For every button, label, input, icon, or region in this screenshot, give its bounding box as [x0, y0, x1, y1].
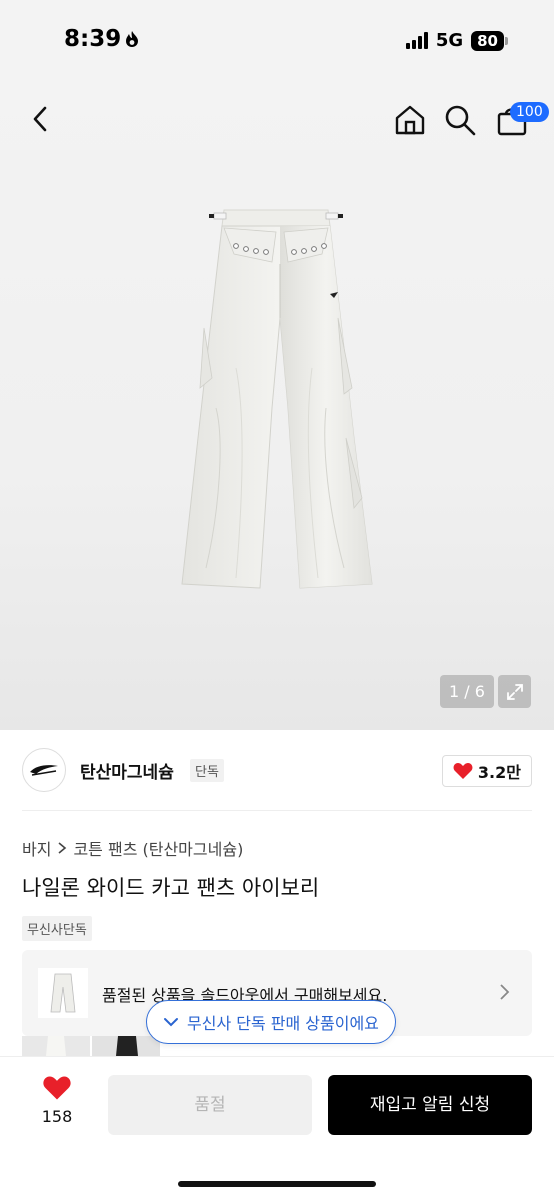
brand-name[interactable]: 탄산마그네슘 — [80, 758, 174, 783]
wish-count: 158 — [41, 1107, 73, 1126]
brand-logo-mark — [30, 765, 58, 776]
back-icon[interactable] — [26, 104, 56, 134]
image-counter: 1 / 6 — [440, 675, 494, 708]
status-right: 5G 80 — [405, 30, 508, 51]
thumbnail-strip — [22, 1036, 160, 1056]
product-image[interactable] — [176, 208, 386, 592]
chevron-down-icon — [164, 1018, 178, 1027]
brand-like-count: 3.2만 — [477, 763, 521, 782]
brand-logo[interactable] — [22, 748, 66, 792]
home-indicator — [178, 1181, 376, 1187]
heart-icon — [43, 1076, 71, 1100]
soldout-button: 품절 — [108, 1075, 312, 1135]
thumbnail-ivory[interactable] — [22, 1036, 90, 1056]
battery-level: 80 — [471, 30, 504, 51]
exclusive-toast[interactable]: 무신사 단독 판매 상품이에요 — [146, 1000, 396, 1044]
breadcrumb-subcategory[interactable]: 코튼 팬츠 (탄산마그네슘) — [73, 836, 243, 860]
brand-like-button[interactable]: 3.2만 — [441, 755, 532, 787]
exclusive-tag: 무신사단독 — [22, 916, 92, 941]
restock-alert-button[interactable]: 재입고 알림 신청 — [328, 1075, 532, 1135]
bottom-action-bar: 158 품절 재입고 알림 신청 — [0, 1056, 554, 1200]
product-title: 나일론 와이드 카고 팬츠 아이보리 — [22, 876, 320, 900]
cart-count-badge: 100 — [510, 102, 549, 122]
chevron-right-icon — [500, 984, 510, 1000]
flame-icon — [126, 31, 139, 47]
network-label: 5G — [435, 30, 464, 51]
expand-icon[interactable] — [498, 675, 531, 708]
exclusive-toast-text: 무신사 단독 판매 상품이에요 — [187, 1014, 379, 1033]
soldout-thumbnail — [38, 968, 88, 1018]
signal-icon — [405, 32, 428, 49]
battery-icon: 80 — [471, 30, 508, 51]
status-time: 8:39 — [64, 26, 139, 52]
thumbnail-black[interactable] — [92, 1036, 160, 1056]
wish-button[interactable]: 158 — [30, 1075, 84, 1126]
search-icon[interactable] — [444, 104, 476, 136]
product-gallery[interactable]: 100 1 / 6 — [0, 80, 554, 730]
heart-icon — [453, 763, 473, 779]
status-time-text: 8:39 — [64, 26, 122, 52]
breadcrumb-category[interactable]: 바지 — [22, 836, 51, 860]
breadcrumb: 바지 코튼 팬츠 (탄산마그네슘) — [22, 836, 243, 860]
brand-row: 탄산마그네슘 단독 3.2만 — [22, 748, 532, 792]
status-bar: 8:39 5G 80 — [0, 0, 554, 80]
home-icon[interactable] — [394, 104, 426, 136]
chevron-right-icon — [58, 842, 67, 854]
brand-exclusive-tag: 단독 — [190, 759, 224, 782]
divider — [22, 810, 532, 811]
